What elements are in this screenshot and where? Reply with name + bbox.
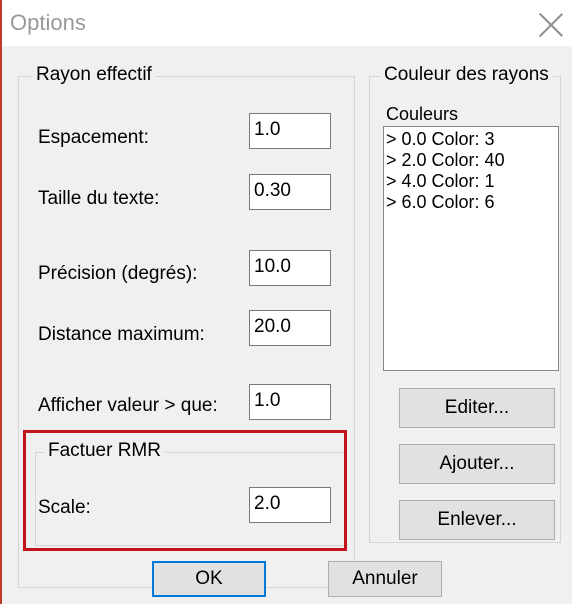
afficher-valeur-label: Afficher valeur > que: — [38, 395, 218, 416]
couleurs-label: Couleurs — [386, 104, 459, 124]
add-button[interactable]: Ajouter... — [399, 444, 555, 484]
title-bar: Options — [2, 0, 572, 46]
close-icon[interactable] — [538, 12, 564, 38]
edit-button[interactable]: Editer... — [399, 388, 555, 428]
couleur-rayons-legend: Couleur des rayons — [380, 64, 553, 86]
window-title: Options — [10, 10, 86, 35]
list-item[interactable]: > 4.0 Color: 1 — [386, 171, 558, 192]
taille-texte-input[interactable]: 0.30 — [249, 174, 331, 210]
precision-input[interactable]: 10.0 — [249, 250, 331, 286]
couleurs-listbox[interactable]: > 0.0 Color: 3 > 2.0 Color: 40 > 4.0 Col… — [383, 126, 559, 371]
cancel-button[interactable]: Annuler — [328, 561, 442, 597]
ok-button[interactable]: OK — [152, 561, 266, 597]
remove-button[interactable]: Enlever... — [399, 500, 555, 540]
list-item[interactable]: > 6.0 Color: 6 — [386, 192, 558, 213]
distance-maximum-input[interactable]: 20.0 — [249, 310, 331, 346]
espacement-label: Espacement: — [38, 127, 149, 148]
rayon-effectif-legend: Rayon effectif — [32, 64, 156, 86]
list-item[interactable]: > 0.0 Color: 3 — [386, 129, 558, 150]
precision-label: Précision (degrés): — [38, 263, 198, 284]
distance-maximum-label: Distance maximum: — [38, 324, 205, 345]
highlight-box — [23, 430, 347, 551]
espacement-input[interactable]: 1.0 — [249, 113, 331, 149]
options-dialog: Options Rayon effectif Espacement: 1.0 T… — [0, 0, 572, 604]
list-item[interactable]: > 2.0 Color: 40 — [386, 150, 558, 171]
afficher-valeur-input[interactable]: 1.0 — [249, 384, 331, 420]
taille-texte-label: Taille du texte: — [38, 188, 160, 209]
